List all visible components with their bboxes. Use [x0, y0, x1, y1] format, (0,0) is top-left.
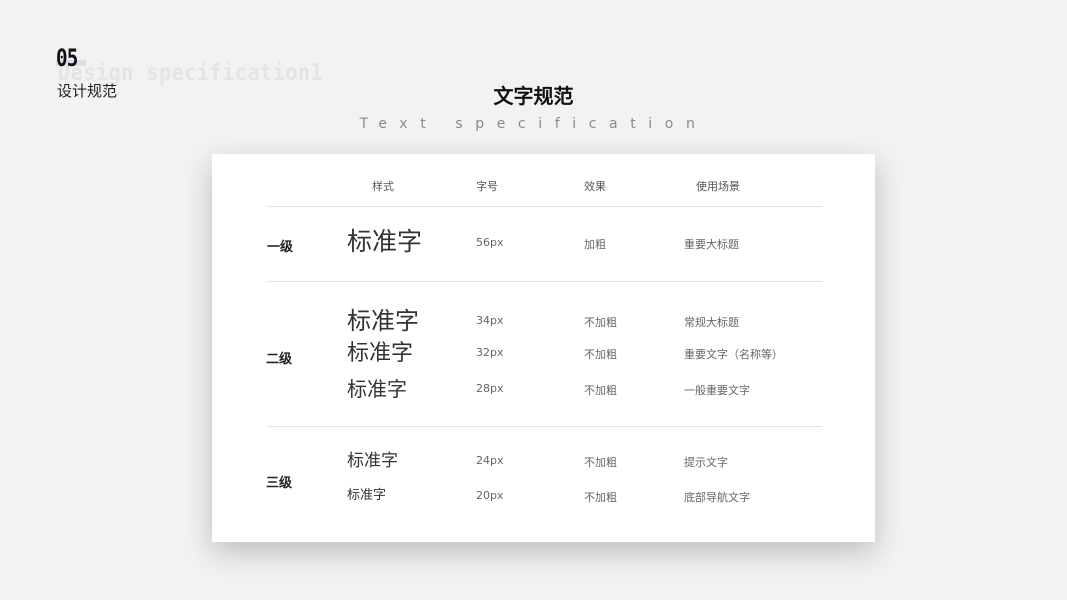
- effect-value: 不加粗: [584, 384, 617, 397]
- text-spec-table: 样式 字号 效果 使用场景 一级 标准字 56px 加粗 重要大标题 二级 标准…: [212, 154, 875, 542]
- section-number: 05: [56, 44, 78, 72]
- table-divider: [267, 426, 822, 427]
- usage-value: 重要文字（名称等）: [684, 348, 783, 361]
- font-size-value: 24px: [476, 454, 504, 467]
- usage-value: 提示文字: [684, 456, 728, 469]
- column-header-size: 字号: [476, 180, 498, 193]
- effect-value: 不加粗: [584, 456, 617, 469]
- usage-value: 底部导航文字: [684, 491, 750, 504]
- font-size-value: 56px: [476, 236, 504, 249]
- sample-text: 标准字: [347, 307, 419, 335]
- page-subtitle: Text specification: [359, 116, 708, 132]
- column-header-effect: 效果: [584, 180, 606, 193]
- usage-value: 一般重要文字: [684, 384, 750, 397]
- column-header-style: 样式: [372, 180, 394, 193]
- level-label: 三级: [266, 476, 293, 491]
- table-divider: [267, 281, 822, 282]
- font-size-value: 34px: [476, 314, 504, 327]
- font-size-value: 20px: [476, 489, 504, 502]
- column-header-usage: 使用场景: [696, 180, 740, 193]
- effect-value: 不加粗: [584, 348, 617, 361]
- font-size-value: 28px: [476, 382, 504, 395]
- sample-text: 标准字: [347, 341, 414, 366]
- table-divider: [267, 206, 822, 207]
- level-label: 一级: [267, 240, 294, 255]
- sample-text: 标准字: [347, 227, 423, 256]
- effect-value: 加粗: [584, 238, 606, 251]
- sample-text: 标准字: [347, 377, 407, 401]
- page-title: 文字规范: [493, 84, 574, 108]
- effect-value: 不加粗: [584, 316, 617, 329]
- usage-value: 重要大标题: [684, 238, 739, 251]
- sample-text: 标准字: [347, 488, 387, 503]
- font-size-value: 32px: [476, 346, 504, 359]
- sample-text: 标准字: [347, 451, 398, 471]
- usage-value: 常规大标题: [684, 316, 739, 329]
- effect-value: 不加粗: [584, 491, 617, 504]
- level-label: 二级: [266, 352, 293, 367]
